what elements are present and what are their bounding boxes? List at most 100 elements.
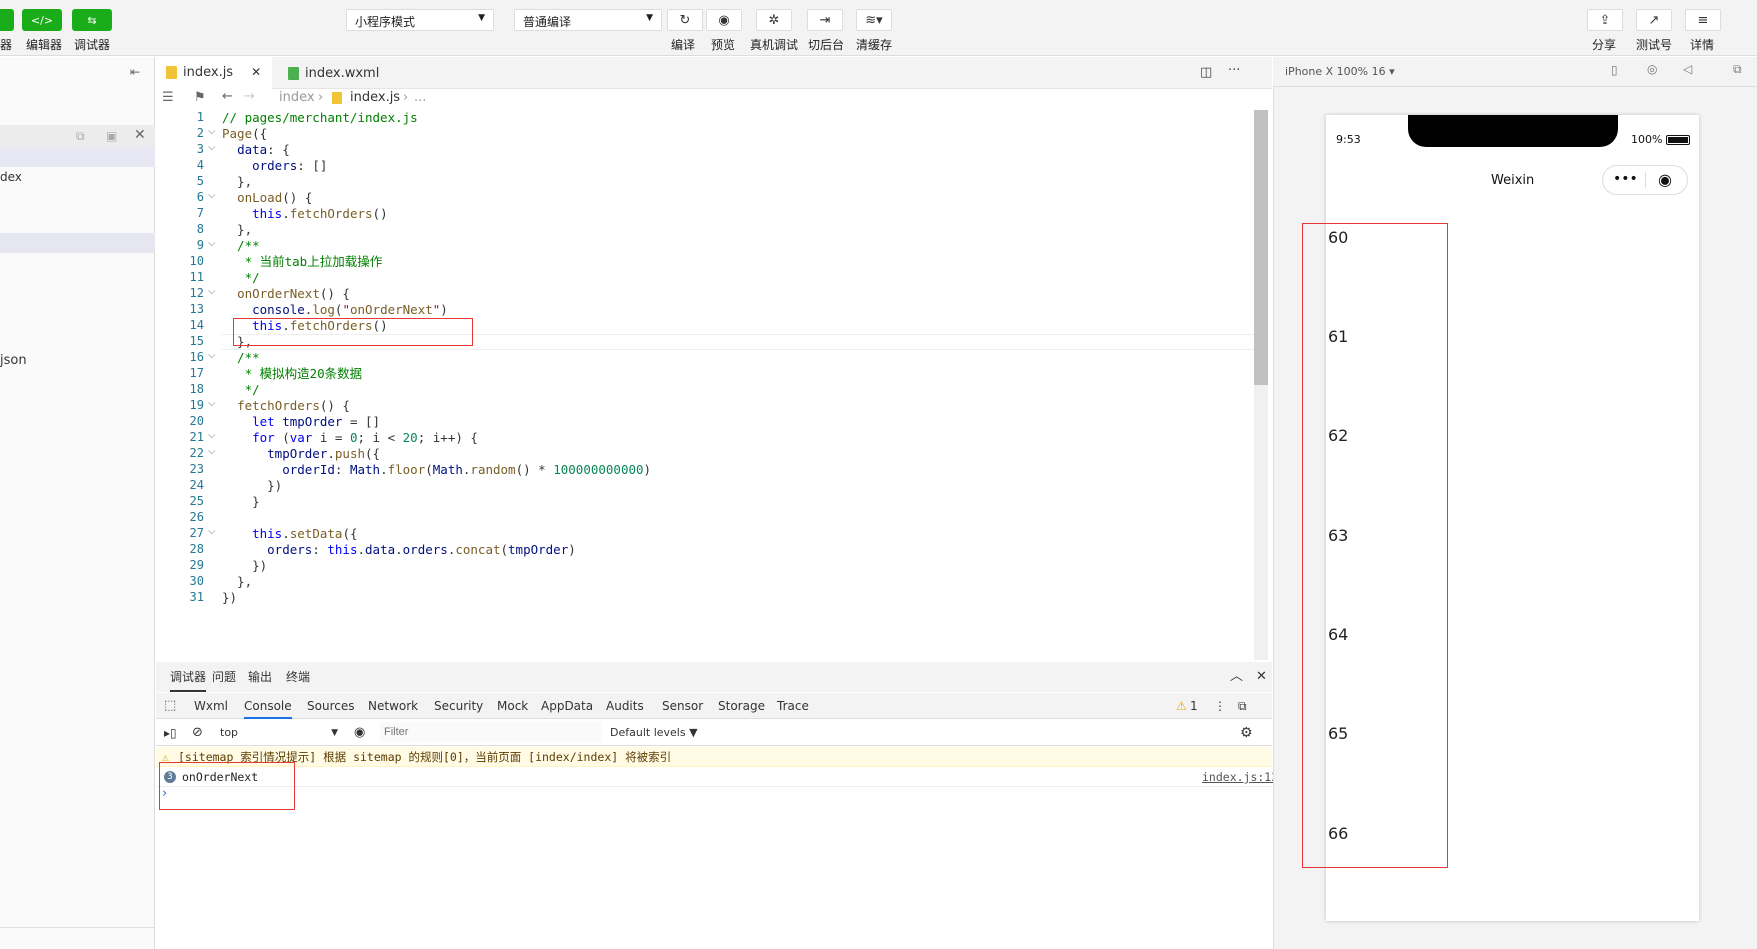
sidebar-toggle-icon[interactable]: ▸▯ <box>164 720 177 746</box>
share-button[interactable]: ⇪ <box>1587 9 1623 31</box>
code-line[interactable]: orderId: Math.floor(Math.random() * 1000… <box>222 461 651 479</box>
console-filter-input[interactable] <box>380 722 602 742</box>
eye-icon[interactable]: ◉ <box>354 720 365 746</box>
fold-chevron-icon[interactable]: ⌵ <box>208 350 216 361</box>
tree-item-json[interactable]: json <box>0 353 27 368</box>
simulator-toggle-button[interactable]: ▭ <box>0 9 14 31</box>
test-account-button[interactable]: ↗ <box>1636 9 1672 31</box>
fold-chevron-icon[interactable]: ⌵ <box>208 126 216 137</box>
close-icon[interactable]: ✕ <box>134 127 146 143</box>
levels-select[interactable]: Default levels ▼ <box>610 720 698 746</box>
debugger-label: 调试器 <box>74 38 111 52</box>
back-arrow-icon[interactable]: ← <box>222 89 233 104</box>
split-editor-icon[interactable]: ◫ <box>1200 65 1212 80</box>
phone-icon[interactable]: ▯ <box>1611 63 1618 77</box>
mode-select[interactable]: 小程序模式 ▼ <box>346 9 494 31</box>
tab-output[interactable]: 输出 <box>248 664 272 690</box>
fold-chevron-icon[interactable]: ⌵ <box>208 446 216 457</box>
tab-mock[interactable]: Mock <box>497 693 528 719</box>
compile-select[interactable]: 普通编译 ▼ <box>514 9 662 31</box>
tab-security[interactable]: Security <box>434 693 483 719</box>
close-miniprogram-icon[interactable]: ◉ <box>1658 170 1672 189</box>
copy-icon[interactable]: ⧉ <box>76 129 85 144</box>
tab-sources[interactable]: Sources <box>307 693 354 719</box>
more-icon[interactable]: ··· <box>1228 63 1240 78</box>
chevron-up-icon[interactable]: ︿ <box>1230 664 1243 690</box>
breadcrumb-file[interactable]: index.js <box>350 90 400 105</box>
fold-chevron-icon[interactable]: ⌵ <box>208 430 216 441</box>
tree-row-selected[interactable] <box>0 147 155 167</box>
tree-row-highlight[interactable] <box>0 233 155 253</box>
tab-terminal[interactable]: 终端 <box>286 664 310 690</box>
tab-debugger[interactable]: 调试器 <box>170 664 207 692</box>
fold-chevron-icon[interactable]: ⌵ <box>208 526 216 537</box>
code-line[interactable]: orders: this.data.orders.concat(tmpOrder… <box>222 541 576 559</box>
capsule-menu[interactable]: ••• ◉ <box>1602 165 1688 195</box>
scrollbar-thumb[interactable] <box>1254 110 1268 385</box>
popout-icon[interactable]: ⧉ <box>1733 62 1742 77</box>
tab-index-js[interactable]: index.js ✕ <box>156 57 272 89</box>
code-area[interactable]: // pages/merchant/index.js Page({ data: {… <box>222 110 1252 660</box>
inspect-element-icon[interactable]: ⬚ <box>164 693 176 719</box>
tab-storage[interactable]: Storage <box>718 693 765 719</box>
background-label: 切后台 <box>808 38 845 52</box>
compile-button[interactable]: ↻ <box>667 9 703 31</box>
kebab-menu-icon[interactable]: ⋮ <box>1214 693 1226 719</box>
code-line[interactable]: } <box>222 493 260 511</box>
line-number: 23 <box>189 462 204 476</box>
tab-appdata[interactable]: AppData <box>541 693 593 719</box>
chevron-down-icon: ▼ <box>331 728 338 738</box>
preview-button[interactable]: ◉ <box>706 9 742 31</box>
bookmark-icon[interactable]: ⚑ <box>194 90 206 105</box>
device-select[interactable]: iPhone X 100% 16 ▾ <box>1285 65 1395 78</box>
record-icon[interactable]: ◎ <box>1647 62 1657 76</box>
undock-icon[interactable]: ⧉ <box>1238 693 1247 719</box>
tab-network[interactable]: Network <box>368 693 418 719</box>
line-number: 25 <box>189 494 204 508</box>
details-label: 详情 <box>1690 38 1715 52</box>
close-icon[interactable]: ✕ <box>1256 664 1267 690</box>
main-toolbar: ▭ </> ⇆ 器 编辑器 调试器 小程序模式 ▼ 普通编译 ▼ ↻ ◉ ✲ ⇥ ≋… <box>0 0 1757 56</box>
context-select[interactable]: top ▼ <box>220 720 338 746</box>
editor-toggle-button[interactable]: </> <box>22 9 62 31</box>
clear-cache-button[interactable]: ≋▾ <box>856 9 892 31</box>
fold-chevron-icon[interactable]: ⌵ <box>208 286 216 297</box>
speaker-icon[interactable]: ◁ <box>1683 62 1692 76</box>
remote-debug-button[interactable]: ✲ <box>756 9 792 31</box>
warning-count[interactable]: 1 <box>1190 693 1198 719</box>
tab-trace[interactable]: Trace <box>777 693 809 719</box>
tab-sensor[interactable]: Sensor <box>662 693 703 719</box>
save-icon[interactable]: ▣ <box>106 129 117 143</box>
code-line[interactable]: }) <box>222 589 237 607</box>
forward-arrow-icon[interactable]: → <box>244 89 255 104</box>
more-dots-icon[interactable]: ••• <box>1613 171 1638 187</box>
line-number: 4 <box>196 158 204 172</box>
details-button[interactable]: ≡ <box>1685 9 1721 31</box>
breadcrumb-folder[interactable]: index <box>279 90 315 105</box>
bug-icon: ✲ <box>768 12 780 28</box>
log-source-link[interactable]: index.js:13 <box>1202 767 1278 787</box>
clear-console-icon[interactable]: ⊘ <box>192 720 203 746</box>
debugger-toggle-button[interactable]: ⇆ <box>72 9 112 31</box>
warning-icon[interactable]: ⚠ <box>1176 693 1187 719</box>
fold-chevron-icon[interactable]: ⌵ <box>208 398 216 409</box>
collapse-panel-icon[interactable]: ⇤ <box>130 65 140 79</box>
editor-label: 编辑器 <box>26 38 63 52</box>
list-icon[interactable]: ☰ <box>162 90 174 105</box>
tab-audits[interactable]: Audits <box>606 693 644 719</box>
tree-item-index[interactable]: dex <box>0 170 22 184</box>
tab-label: index.js <box>183 64 234 80</box>
editor-scrollbar[interactable] <box>1254 110 1268 660</box>
fold-chevron-icon[interactable]: ⌵ <box>208 238 216 249</box>
breadcrumb-more[interactable]: ... <box>414 90 426 105</box>
background-button[interactable]: ⇥ <box>807 9 843 31</box>
fold-chevron-icon[interactable]: ⌵ <box>208 142 216 153</box>
phone-notch <box>1408 115 1618 147</box>
tab-wxml[interactable]: Wxml <box>194 693 228 719</box>
gear-icon[interactable]: ⚙ <box>1240 720 1253 746</box>
close-tab-icon[interactable]: ✕ <box>251 65 261 79</box>
tab-problems[interactable]: 问题 <box>212 664 236 690</box>
fold-chevron-icon[interactable]: ⌵ <box>208 190 216 201</box>
tab-index-wxml[interactable]: index.wxml <box>278 57 398 89</box>
tab-console[interactable]: Console <box>244 693 292 719</box>
